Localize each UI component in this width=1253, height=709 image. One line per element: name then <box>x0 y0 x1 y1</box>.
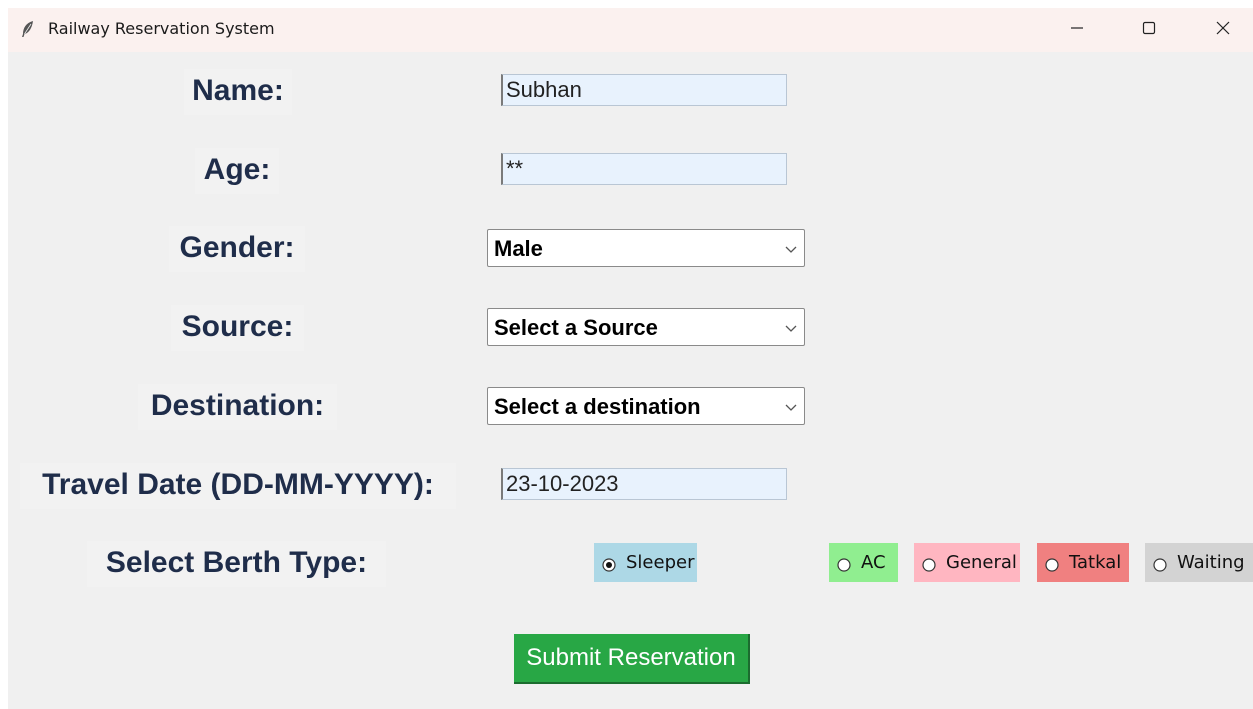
close-icon <box>1216 21 1230 40</box>
maximize-icon <box>1142 21 1156 40</box>
berth-option-sleeper[interactable]: Sleeper <box>594 543 697 582</box>
name-input[interactable] <box>501 74 787 106</box>
berth-option-label: General <box>946 552 1017 573</box>
source-label: Source: <box>171 305 304 351</box>
radio-unselected-icon <box>837 556 851 572</box>
title-bar[interactable]: Railway Reservation System <box>8 8 1253 52</box>
berth-type-label: Select Berth Type: <box>87 541 386 587</box>
destination-select[interactable]: Select a destination <box>487 387 805 425</box>
chevron-down-icon <box>784 321 798 335</box>
minimize-icon <box>1070 21 1084 40</box>
berth-option-label: AC <box>861 552 886 573</box>
feather-icon <box>20 20 36 38</box>
chevron-down-icon <box>784 242 798 256</box>
destination-label: Destination: <box>138 384 337 430</box>
chevron-down-icon <box>784 400 798 414</box>
radio-selected-icon <box>602 556 616 572</box>
window-title: Railway Reservation System <box>48 19 275 38</box>
travel-date-input[interactable] <box>501 468 787 500</box>
berth-option-general[interactable]: General <box>914 543 1020 582</box>
minimize-button[interactable] <box>1048 8 1106 52</box>
berth-option-label: Tatkal <box>1069 552 1122 573</box>
gender-label: Gender: <box>169 226 305 272</box>
name-label: Name: <box>184 69 292 115</box>
radio-unselected-icon <box>1045 556 1059 572</box>
age-input[interactable] <box>501 153 787 185</box>
travel-date-label: Travel Date (DD-MM-YYYY): <box>20 463 456 509</box>
berth-option-tatkal[interactable]: Tatkal <box>1037 543 1129 582</box>
berth-option-label: Sleeper <box>626 552 695 573</box>
app-window: Railway Reservation System Name: Age: Ge… <box>8 8 1253 709</box>
gender-select-value: Male <box>494 236 543 261</box>
submit-reservation-button[interactable]: Submit Reservation <box>514 634 750 684</box>
radio-unselected-icon <box>922 556 936 572</box>
source-select[interactable]: Select a Source <box>487 308 805 346</box>
berth-option-waiting[interactable]: Waiting <box>1145 543 1253 582</box>
close-button[interactable] <box>1194 8 1252 52</box>
berth-option-label: Waiting <box>1177 552 1245 573</box>
destination-select-value: Select a destination <box>494 394 701 419</box>
berth-option-ac[interactable]: AC <box>829 543 898 582</box>
maximize-button[interactable] <box>1120 8 1178 52</box>
age-label: Age: <box>195 148 279 194</box>
gender-select[interactable]: Male <box>487 229 805 267</box>
radio-unselected-icon <box>1153 556 1167 572</box>
source-select-value: Select a Source <box>494 315 658 340</box>
